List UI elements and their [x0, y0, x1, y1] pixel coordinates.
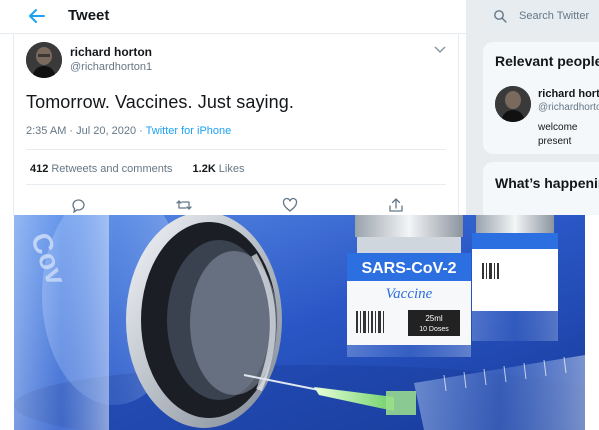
vial-dose-volume: 25ml [425, 314, 443, 323]
page-header: Tweet [0, 0, 466, 34]
author-handle[interactable]: @richardhorton1 [70, 61, 152, 73]
vial-label: Vaccine [386, 286, 433, 302]
person-name[interactable]: richard horton [538, 88, 599, 100]
vial-dose-count: 10 Doses [419, 326, 449, 333]
tweet-text: Tomorrow. Vaccines. Just saying. [26, 92, 294, 112]
back-vial-label: Vaccine [484, 234, 522, 248]
share-icon[interactable] [388, 197, 404, 213]
retweets-count: 412 [30, 163, 49, 175]
meta-separator: · [136, 125, 146, 137]
bio-line: present [538, 136, 572, 147]
author-name[interactable]: richard horton [70, 45, 152, 59]
tweet-time: 2:35 AM [26, 125, 67, 137]
bio-line: welcome [538, 122, 578, 133]
tweet-card: richard horton @richardhorton1 Tomorrow.… [13, 34, 459, 215]
likes-label: Likes [218, 163, 245, 175]
divider [26, 149, 446, 150]
search-box[interactable]: Search Twitter [483, 2, 599, 30]
sidebar: Search Twitter Relevant people richard h… [466, 0, 599, 215]
main-column: Tweet richard horton @richardhorton1 Tom… [0, 0, 466, 215]
whats-happening-panel: What’s happening [483, 162, 599, 215]
tweet-actions [14, 197, 460, 215]
vaccine-photo: Cov Vaccine SARS-CoV-2 Vaccin [14, 215, 585, 430]
relevant-people-panel: Relevant people richard horton @richardh… [483, 42, 599, 154]
chevron-down-icon[interactable] [434, 46, 446, 54]
page-title: Tweet [68, 7, 110, 24]
relevant-people-title: Relevant people [495, 53, 599, 69]
person-handle[interactable]: @richardhorton1 [538, 102, 599, 113]
tweet-date[interactable]: Jul 20, 2020 [76, 125, 136, 137]
person-bio: welcome present [538, 121, 577, 149]
retweets-label: Retweets and comments [51, 163, 173, 175]
likes-stat[interactable]: 1.2K Likes [193, 163, 245, 175]
likes-count: 1.2K [192, 163, 216, 175]
back-arrow-icon[interactable] [26, 6, 48, 26]
divider [26, 184, 446, 185]
back-vial: Vaccine [472, 215, 558, 341]
search-placeholder: Search Twitter [519, 10, 590, 22]
reply-icon[interactable] [70, 197, 86, 213]
meta-separator: · [66, 125, 77, 137]
retweet-icon[interactable] [176, 197, 192, 213]
like-icon[interactable] [282, 197, 298, 213]
avatar[interactable] [495, 86, 531, 122]
vial-brand: SARS-CoV-2 [361, 260, 456, 277]
tweet-source-link[interactable]: Twitter for iPhone [146, 125, 232, 137]
search-icon [494, 10, 507, 23]
retweets-stat[interactable]: 412 Retweets and comments [30, 163, 172, 175]
whats-happening-title: What’s happening [495, 175, 599, 191]
sars-cov-2-vial: SARS-CoV-2 Vaccine 25ml 10 Doses [347, 215, 471, 357]
twitter-screenshot: Tweet richard horton @richardhorton1 Tom… [0, 0, 599, 215]
avatar[interactable] [26, 42, 62, 78]
tweet-meta: 2:35 AM · Jul 20, 2020 · Twitter for iPh… [26, 125, 231, 137]
tweet-stats: 412 Retweets and comments 1.2K Likes [30, 163, 244, 175]
